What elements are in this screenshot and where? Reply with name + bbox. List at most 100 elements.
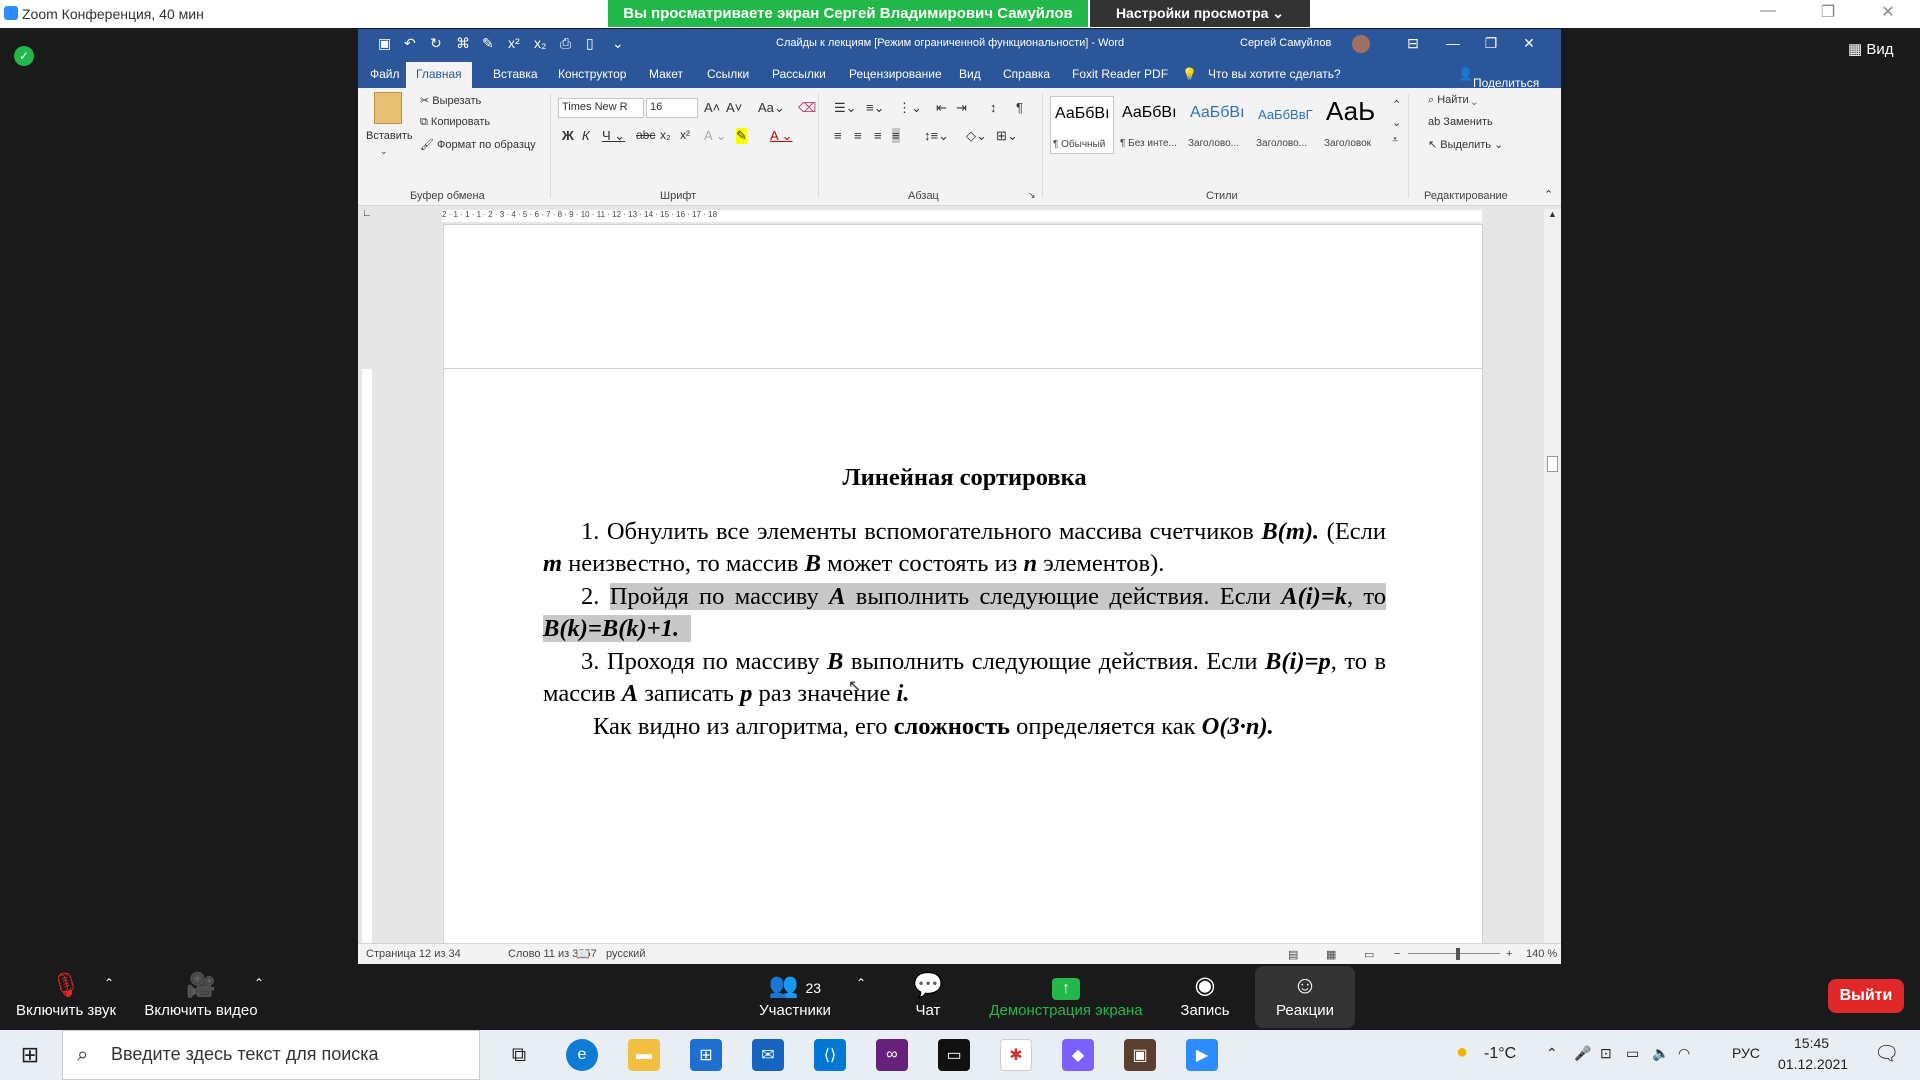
sort-icon[interactable]: ↕ bbox=[990, 100, 997, 115]
language[interactable]: русский bbox=[606, 948, 645, 960]
multilevel-list-icon[interactable]: ⋮⌄ bbox=[898, 100, 922, 116]
tab-mailings[interactable]: Рассылки bbox=[772, 67, 826, 81]
vertical-scrollbar[interactable]: ▲ ▼ bbox=[1544, 209, 1561, 964]
format-painter-quick-icon[interactable]: ✎ bbox=[482, 35, 494, 52]
clock-time[interactable]: 15:45 bbox=[1794, 1035, 1829, 1051]
align-right-icon[interactable]: ≡ bbox=[874, 128, 882, 143]
increase-indent-icon[interactable]: ⇥ bbox=[956, 100, 967, 116]
view-button[interactable]: ▦ Вид bbox=[1848, 40, 1893, 58]
vscode-icon[interactable]: ⟨⟩ bbox=[814, 1039, 846, 1071]
web-layout-icon[interactable]: ▭ bbox=[1364, 948, 1374, 961]
page-count[interactable]: Страница 12 из 34 bbox=[366, 948, 461, 960]
app-icon[interactable]: ✱ bbox=[1000, 1039, 1032, 1071]
tab-view[interactable]: Вид bbox=[959, 67, 981, 81]
app-photo-icon[interactable]: ▣ bbox=[1124, 1039, 1156, 1071]
participants-button[interactable]: 👥 23 Участники bbox=[750, 970, 840, 1019]
styles-scroll-down-icon[interactable]: ⌄ bbox=[1392, 116, 1401, 129]
font-color-icon[interactable]: A ⌄ bbox=[770, 128, 792, 144]
collapse-ribbon-icon[interactable]: ⌃ bbox=[1544, 188, 1553, 201]
underline-icon[interactable]: Ч ⌄ bbox=[602, 128, 625, 144]
document-body[interactable]: Линейная сортировка 1. Обнулить все элем… bbox=[543, 462, 1387, 743]
visual-studio-icon[interactable]: ∞ bbox=[876, 1039, 908, 1071]
zoom-taskbar-icon[interactable]: ▶ bbox=[1186, 1039, 1218, 1071]
clear-formatting-icon[interactable]: ⌫ bbox=[798, 100, 816, 116]
superscript-quick-icon[interactable]: x² bbox=[508, 35, 520, 51]
style-no-spacing[interactable]: АаБбВı ¶ Без инте... bbox=[1118, 96, 1182, 154]
user-name[interactable]: Сергей Самуйлов bbox=[1240, 37, 1331, 49]
copy-button[interactable]: ⧉ Копировать bbox=[420, 116, 490, 129]
record-button[interactable]: ◉ Запись bbox=[1170, 970, 1240, 1019]
paste-dropdown-icon[interactable]: ⌄ bbox=[380, 146, 388, 157]
superscript-icon[interactable]: x² bbox=[680, 128, 690, 142]
file-explorer-icon[interactable]: ▬ bbox=[628, 1039, 660, 1071]
weather-temp[interactable]: -1°C bbox=[1484, 1045, 1516, 1063]
security-shield-icon[interactable]: ✓ bbox=[14, 46, 34, 66]
chat-button[interactable]: 💬 Чат bbox=[900, 970, 956, 1019]
tab-insert[interactable]: Вставка bbox=[493, 67, 538, 81]
styles-scroll-up-icon[interactable]: ⌃ bbox=[1392, 98, 1401, 111]
scroll-thumb[interactable] bbox=[1547, 456, 1558, 472]
windows-start-icon[interactable]: ⊞ bbox=[14, 1039, 46, 1071]
cut-button[interactable]: ✂ Вырезать bbox=[420, 94, 481, 107]
subscript-icon[interactable]: x₂ bbox=[660, 128, 671, 142]
quick-access-icon[interactable]: ⌘ bbox=[456, 35, 470, 52]
notifications-icon[interactable]: 🗨 bbox=[1874, 1041, 1899, 1066]
paste-icon[interactable] bbox=[374, 92, 402, 124]
font-name-select[interactable]: Times New R bbox=[558, 98, 644, 118]
line-spacing-icon[interactable]: ↕≡⌄ bbox=[924, 128, 949, 144]
audio-options-icon[interactable]: ⌃ bbox=[104, 976, 114, 990]
tab-review[interactable]: Рецензирование bbox=[849, 67, 942, 81]
video-options-icon[interactable]: ⌃ bbox=[254, 976, 264, 990]
styles-more-icon[interactable]: ⩡ bbox=[1392, 134, 1398, 147]
bold-icon[interactable]: Ж bbox=[562, 128, 574, 143]
app-colorful-icon[interactable]: ◆ bbox=[1062, 1039, 1094, 1071]
word-minimize-icon[interactable]: — bbox=[1438, 35, 1468, 51]
numbering-icon[interactable]: ≡⌄ bbox=[866, 100, 884, 116]
paragraph-launcher-icon[interactable]: ↘ bbox=[1028, 190, 1036, 201]
task-view-icon[interactable]: ⧉ bbox=[503, 1039, 535, 1071]
language-indicator[interactable]: РУС bbox=[1732, 1045, 1760, 1061]
style-heading-2[interactable]: АаБбВвГ Заголово... bbox=[1254, 96, 1318, 154]
terminal-icon[interactable]: ▭ bbox=[938, 1039, 970, 1071]
proofing-icon[interactable]: 📖 bbox=[576, 948, 590, 961]
highlight-icon[interactable]: ✎ bbox=[736, 128, 747, 144]
subscript-quick-icon[interactable]: x₂ bbox=[534, 35, 546, 51]
close-icon[interactable]: ✕ bbox=[1868, 2, 1908, 26]
select-button[interactable]: ↖ Выделить ⌄ bbox=[1428, 138, 1503, 151]
decrease-indent-icon[interactable]: ⇤ bbox=[936, 100, 947, 116]
borders-icon[interactable]: ⊞⌄ bbox=[996, 128, 1018, 144]
wifi-icon[interactable]: ◠ bbox=[1678, 1045, 1690, 1062]
view-options-button[interactable]: Настройки просмотра ⌄ bbox=[1090, 0, 1310, 27]
volume-icon[interactable]: 🔈 bbox=[1652, 1045, 1669, 1062]
tab-design[interactable]: Конструктор bbox=[558, 67, 626, 81]
restore-icon[interactable]: ❐ bbox=[1808, 2, 1848, 26]
redo-icon[interactable]: ↻ bbox=[430, 35, 442, 52]
page-icon[interactable]: ▯ bbox=[586, 35, 594, 52]
zoom-slider-thumb[interactable] bbox=[1456, 948, 1460, 960]
zoom-level[interactable]: 140 % bbox=[1526, 948, 1557, 960]
tab-help[interactable]: Справка bbox=[1003, 67, 1050, 81]
zoom-slider[interactable] bbox=[1408, 953, 1500, 954]
shading-icon[interactable]: ◇⌄ bbox=[966, 128, 987, 144]
align-center-icon[interactable]: ≡ bbox=[854, 128, 862, 143]
start-video-button[interactable]: 🎥 Включить видео bbox=[140, 970, 262, 1019]
share-button[interactable]: 👤 Поделиться bbox=[1458, 67, 1539, 90]
taskbar-search-input[interactable]: ⌕ Введите здесь текст для поиска bbox=[62, 1030, 480, 1080]
store-icon[interactable]: ⊞ bbox=[690, 1039, 722, 1071]
align-left-icon[interactable]: ≡ bbox=[834, 128, 842, 143]
print-icon[interactable]: ⎙ bbox=[560, 35, 571, 52]
ribbon-display-icon[interactable]: ⊟ bbox=[1398, 35, 1428, 52]
tab-file[interactable]: Файл bbox=[370, 67, 400, 81]
grow-font-icon[interactable]: A˄ bbox=[704, 100, 720, 115]
find-button[interactable]: ⌕ Найти ⌄ bbox=[1428, 94, 1477, 107]
save-icon[interactable]: ▣ bbox=[378, 35, 391, 52]
font-size-select[interactable]: 16 bbox=[646, 98, 698, 118]
zoom-out-icon[interactable]: − bbox=[1394, 948, 1400, 960]
pilcrow-icon[interactable]: ¶ bbox=[1016, 100, 1023, 115]
tab-references[interactable]: Ссылки bbox=[707, 67, 749, 81]
share-screen-button[interactable]: ↑ Демонстрация экрана bbox=[984, 970, 1148, 1019]
edge-icon[interactable]: e bbox=[566, 1039, 598, 1071]
italic-icon[interactable]: К bbox=[582, 128, 590, 143]
word-restore-icon[interactable]: ❐ bbox=[1476, 35, 1506, 52]
network-tray-icon[interactable]: ⊡ bbox=[1600, 1045, 1612, 1062]
